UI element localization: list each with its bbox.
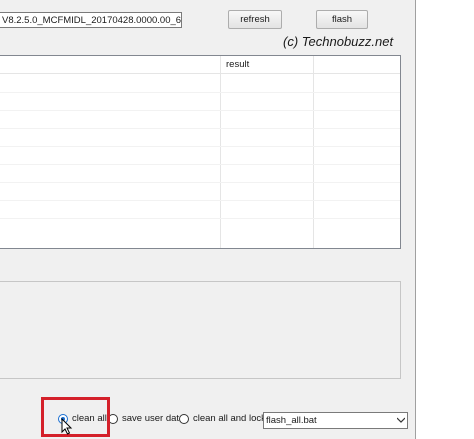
column-separator bbox=[313, 56, 314, 248]
flash-script-select[interactable]: flash_all.bat bbox=[263, 412, 408, 429]
watermark-text: (c) Technobuzz.net bbox=[283, 34, 394, 49]
table-row-divider bbox=[0, 110, 400, 111]
table-row-divider bbox=[0, 182, 400, 183]
column-separator bbox=[220, 56, 221, 248]
table-row-divider bbox=[0, 128, 400, 129]
refresh-button[interactable]: refresh bbox=[228, 10, 282, 29]
mouse-cursor-icon bbox=[61, 418, 73, 435]
column-header-result[interactable]: result bbox=[226, 59, 249, 70]
table-row-divider bbox=[0, 200, 400, 201]
radio-indicator[interactable] bbox=[179, 413, 189, 424]
table-row-divider bbox=[0, 146, 400, 147]
device-table[interactable]: result bbox=[0, 55, 401, 249]
table-row-divider bbox=[0, 218, 400, 219]
radio-clean-all-and-lock-label: clean all and lock bbox=[193, 413, 266, 424]
radio-clean-all-and-lock[interactable]: clean all and lock bbox=[179, 413, 266, 424]
radio-save-user-data-label: save user data bbox=[122, 413, 185, 424]
rom-path-field[interactable]: V8.2.5.0_MCFMIDL_20170428.0000.00_6.0_gl… bbox=[0, 12, 182, 28]
miflash-window: V8.2.5.0_MCFMIDL_20170428.0000.00_6.0_gl… bbox=[0, 0, 416, 439]
table-row-divider bbox=[0, 164, 400, 165]
table-row-divider bbox=[0, 92, 400, 93]
table-header: result bbox=[0, 56, 400, 74]
log-panel[interactable] bbox=[0, 281, 401, 379]
flash-button[interactable]: flash bbox=[316, 10, 368, 29]
radio-save-user-data[interactable]: save user data bbox=[108, 413, 184, 424]
flash-script-value: flash_all.bat bbox=[266, 415, 317, 426]
highlight-annotation-box bbox=[41, 397, 110, 437]
chevron-down-icon[interactable] bbox=[397, 417, 405, 423]
